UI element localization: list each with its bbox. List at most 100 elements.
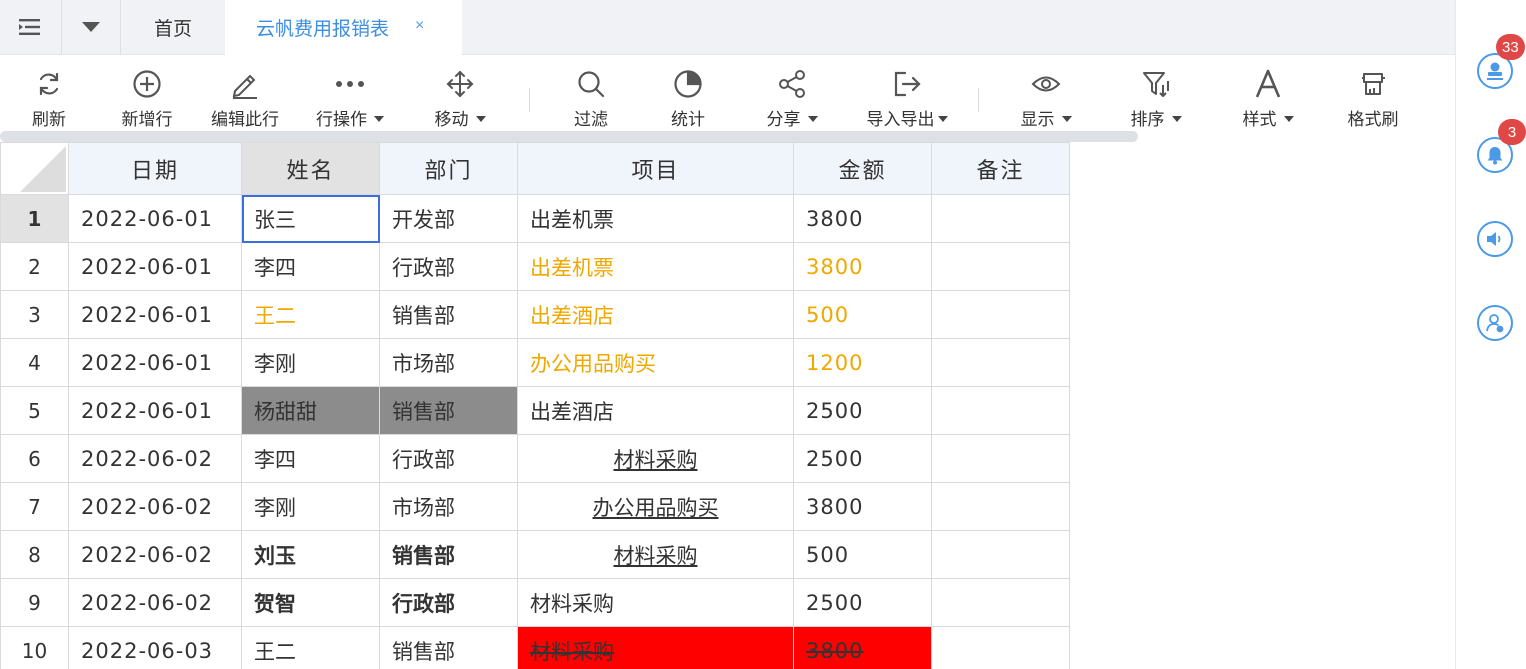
cell-date[interactable]: 2022-06-02 [68,530,242,579]
cell-dept[interactable]: 开发部 [379,194,518,243]
share-dropdown[interactable]: 分享 [750,67,834,133]
row-header[interactable]: 10 [0,626,69,669]
cell-dept[interactable]: 市场部 [379,338,518,387]
cell-name[interactable]: 王二 [241,626,380,669]
row-header[interactable]: 2 [0,242,69,291]
cell-name[interactable]: 刘玉 [241,530,380,579]
row-header[interactable]: 7 [0,482,69,531]
cell-item[interactable]: 办公用品购买 [517,338,794,387]
column-header-note[interactable]: 备注 [931,142,1070,195]
table-row: 1 2022-06-01 张三 开发部 出差机票 3800 [0,194,1070,243]
column-header-amount[interactable]: 金额 [793,142,932,195]
cell-amount[interactable]: 500 [793,530,932,579]
cell-note[interactable] [931,626,1070,669]
cell-note[interactable] [931,530,1070,579]
cell-dept[interactable]: 行政部 [379,242,518,291]
statistics-button[interactable]: 统计 [657,67,719,133]
cell-amount[interactable]: 500 [793,290,932,339]
select-all-corner[interactable] [0,142,69,195]
cell-item[interactable]: 材料采购 [517,530,794,579]
column-header-date[interactable]: 日期 [68,142,242,195]
cell-item[interactable]: 办公用品购买 [517,482,794,531]
cell-name[interactable]: 李刚 [241,482,380,531]
column-header-dept[interactable]: 部门 [379,142,518,195]
cell-item[interactable]: 出差酒店 [517,386,794,435]
refresh-button[interactable]: 刷新 [18,67,80,133]
cell-item[interactable]: 出差机票 [517,194,794,243]
cell-dept[interactable]: 行政部 [379,434,518,483]
cell-amount[interactable]: 3800 [793,626,932,669]
cell-date[interactable]: 2022-06-01 [68,242,242,291]
tab-expense-sheet[interactable]: 云帆费用报销表 × [225,0,462,55]
cell-note[interactable] [931,434,1070,483]
cell-amount[interactable]: 2500 [793,386,932,435]
cell-name[interactable]: 李刚 [241,338,380,387]
add-row-button[interactable]: 新增行 [112,67,182,133]
cell-date[interactable]: 2022-06-03 [68,626,242,669]
cell-dept[interactable]: 销售部 [379,530,518,579]
cell-amount[interactable]: 3800 [793,482,932,531]
cell-date[interactable]: 2022-06-02 [68,578,242,627]
display-dropdown[interactable]: 显示 [1004,67,1088,133]
row-ops-dropdown[interactable]: 行操作 [305,67,395,133]
close-tab-icon[interactable]: × [415,17,424,35]
cell-note[interactable] [931,194,1070,243]
cell-dept[interactable]: 销售部 [379,626,518,669]
cell-note[interactable] [931,242,1070,291]
tab-home[interactable]: 首页 [120,0,225,55]
cell-amount[interactable]: 3800 [793,194,932,243]
cell-note[interactable] [931,482,1070,531]
cell-dept[interactable]: 销售部 [379,290,518,339]
cell-amount[interactable]: 2500 [793,578,932,627]
cell-amount[interactable]: 1200 [793,338,932,387]
row-header[interactable]: 6 [0,434,69,483]
announcements-button[interactable] [1477,221,1513,257]
cell-item[interactable]: 材料采购 [517,578,794,627]
cell-name[interactable]: 李四 [241,242,380,291]
user-settings-button[interactable] [1477,305,1513,341]
row-ops-label: 行操作 [316,110,367,129]
menu-toggle-button[interactable] [0,0,60,54]
cell-name[interactable]: 张三 [241,194,380,243]
cell-date[interactable]: 2022-06-01 [68,338,242,387]
row-header[interactable]: 3 [0,290,69,339]
cell-note[interactable] [931,338,1070,387]
cell-note[interactable] [931,386,1070,435]
tabs-dropdown-button[interactable] [61,0,119,54]
cell-date[interactable]: 2022-06-01 [68,386,242,435]
cell-dept[interactable]: 市场部 [379,482,518,531]
row-header[interactable]: 1 [0,194,69,243]
import-export-dropdown[interactable]: 导入导出 [857,67,957,133]
cell-name[interactable]: 王二 [241,290,380,339]
cell-name[interactable]: 李四 [241,434,380,483]
style-dropdown[interactable]: 样式 [1226,67,1310,133]
cell-item[interactable]: 出差酒店 [517,290,794,339]
cell-date[interactable]: 2022-06-02 [68,434,242,483]
row-header[interactable]: 8 [0,530,69,579]
row-header[interactable]: 9 [0,578,69,627]
format-painter-button[interactable]: 格式刷 [1340,67,1406,133]
cell-dept[interactable]: 销售部 [379,386,518,435]
cell-amount[interactable]: 2500 [793,434,932,483]
cell-date[interactable]: 2022-06-01 [68,194,242,243]
cell-note[interactable] [931,290,1070,339]
column-header-name[interactable]: 姓名 [241,142,380,195]
edit-row-button[interactable]: 编辑此行 [205,67,285,133]
row-header[interactable]: 4 [0,338,69,387]
cell-item[interactable]: 出差机票 [517,242,794,291]
filter-button[interactable]: 过滤 [560,67,622,133]
cell-note[interactable] [931,578,1070,627]
cell-date[interactable]: 2022-06-01 [68,290,242,339]
sort-dropdown[interactable]: 排序 [1114,67,1198,133]
cell-name[interactable]: 贺智 [241,578,380,627]
move-dropdown[interactable]: 移动 [418,67,502,133]
cell-dept[interactable]: 行政部 [379,578,518,627]
cell-date[interactable]: 2022-06-02 [68,482,242,531]
row-header[interactable]: 5 [0,386,69,435]
cell-name[interactable]: 杨甜甜 [241,386,380,435]
column-header-item[interactable]: 项目 [517,142,794,195]
cell-item[interactable]: 材料采购 [517,434,794,483]
horizontal-scrollbar[interactable] [0,131,1138,142]
cell-amount[interactable]: 3800 [793,242,932,291]
cell-item[interactable]: 材料采购 [517,626,794,669]
